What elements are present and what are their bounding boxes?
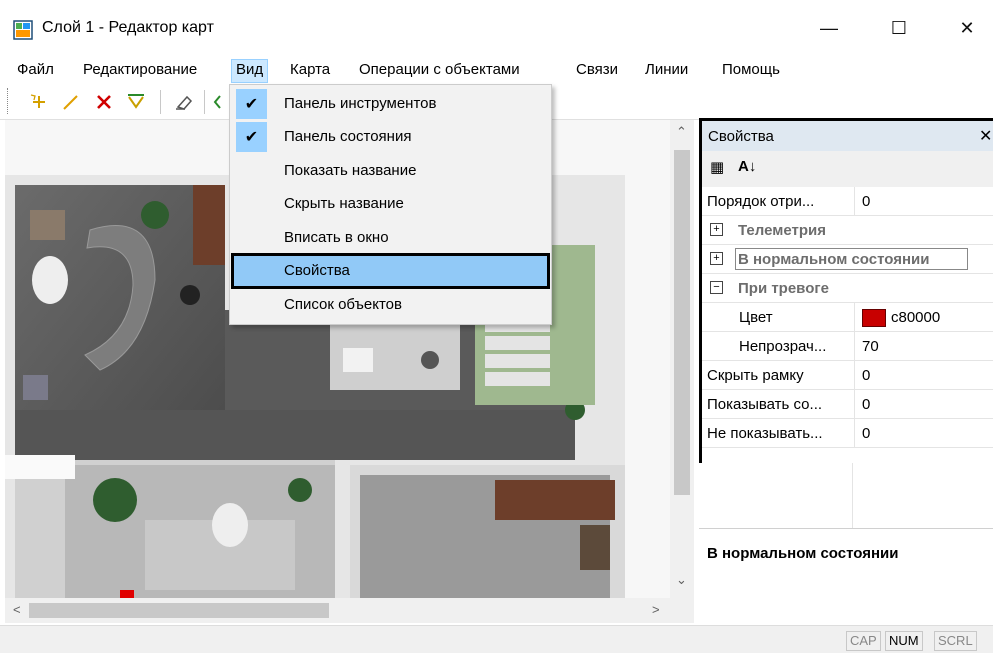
color-swatch[interactable]: [862, 309, 886, 327]
scroll-lock-indicator: SCRL: [934, 631, 977, 651]
select-icon[interactable]: [124, 90, 148, 114]
menu-item-toolbar[interactable]: ✔ Панель инструментов: [231, 88, 550, 120]
checkmark-icon: ✔: [236, 122, 267, 152]
status-bar: CAP NUM SCRL: [0, 625, 993, 653]
property-name: Цвет: [739, 309, 773, 326]
view-menu-dropdown: ✔ Панель инструментов ✔ Панель состояния…: [229, 84, 552, 325]
maximize-button[interactable]: ☐: [876, 11, 922, 45]
property-grid-empty-area: [699, 463, 993, 528]
menu-item-label: Панель состояния: [284, 128, 412, 145]
close-icon[interactable]: ✕: [979, 126, 992, 146]
horizontal-scrollbar[interactable]: < >: [5, 598, 670, 623]
toolbar-separator: [204, 90, 205, 114]
draw-line-icon[interactable]: [59, 90, 83, 114]
property-row[interactable]: Порядок отри... 0: [702, 187, 993, 216]
menu-item-label: Свойства: [284, 262, 350, 279]
property-name: Показывать со...: [707, 396, 823, 413]
properties-toolbar: ▦ A↓: [702, 151, 993, 187]
category-name: В нормальном состоянии: [738, 251, 930, 268]
menu-links[interactable]: Связи: [571, 59, 623, 83]
title-bar: Слой 1 - Редактор карт — ☐ ✕: [0, 0, 993, 54]
property-value[interactable]: 0: [862, 425, 870, 442]
menu-item-label: Вписать в окно: [284, 229, 389, 246]
category-name: Телеметрия: [738, 222, 826, 239]
menu-item-hide-name[interactable]: Скрыть название: [231, 188, 550, 220]
scroll-right-icon[interactable]: >: [652, 602, 660, 617]
menu-map[interactable]: Карта: [285, 59, 335, 83]
window-title: Слой 1 - Редактор карт: [42, 19, 214, 36]
horizontal-scroll-thumb[interactable]: [29, 603, 329, 618]
property-category-row[interactable]: + В нормальном состоянии: [702, 245, 993, 274]
vertical-scroll-thumb[interactable]: [674, 150, 690, 495]
property-grid: Порядок отри... 0 + Телеметрия + В норма…: [702, 187, 993, 463]
scroll-up-icon[interactable]: ⌃: [676, 124, 687, 140]
property-value[interactable]: 0: [862, 193, 870, 210]
close-button[interactable]: ✕: [944, 11, 990, 45]
description-panel: В нормальном состоянии: [699, 528, 993, 625]
menu-item-label: Показать название: [284, 162, 417, 179]
menu-help[interactable]: Помощь: [717, 59, 785, 83]
property-category-row[interactable]: − При тревоге: [702, 274, 993, 303]
toolbar-separator: [160, 90, 161, 114]
num-lock-indicator: NUM: [885, 631, 923, 651]
property-row[interactable]: Не показывать... 0: [702, 419, 993, 448]
property-value[interactable]: 0: [862, 367, 870, 384]
property-value[interactable]: 0: [862, 396, 870, 413]
property-name: Скрыть рамку: [707, 367, 804, 384]
menu-item-label: Панель инструментов: [284, 95, 437, 112]
caps-lock-indicator: CAP: [846, 631, 881, 651]
toolbar-grip[interactable]: [7, 88, 9, 114]
menu-item-label: Скрыть название: [284, 195, 404, 212]
menu-object-operations[interactable]: Операции с объектами: [354, 59, 525, 83]
menu-item-fit-to-window[interactable]: Вписать в окно: [231, 222, 550, 254]
property-name: Непрозрач...: [739, 338, 827, 355]
description-title: В нормальном состоянии: [707, 545, 899, 562]
eraser-icon[interactable]: [171, 90, 195, 114]
delete-icon[interactable]: [92, 90, 116, 114]
expand-icon[interactable]: +: [710, 223, 723, 236]
menu-item-statusbar[interactable]: ✔ Панель состояния: [231, 121, 550, 153]
categorized-view-icon[interactable]: ▦: [710, 158, 724, 176]
vertical-scrollbar[interactable]: ⌃ ⌄: [670, 120, 694, 598]
properties-title: Свойства: [708, 128, 774, 145]
map-editor-app-icon: [13, 20, 33, 40]
menu-lines[interactable]: Линии: [640, 59, 693, 83]
menu-view[interactable]: Вид: [231, 59, 269, 83]
menu-item-object-list[interactable]: Список объектов: [231, 289, 550, 321]
grid-divider: [852, 463, 853, 528]
menu-bar: Файл Редактирование Вид Карта Операции с…: [0, 54, 993, 84]
menu-edit[interactable]: Редактирование: [78, 59, 202, 83]
scroll-corner: [670, 598, 694, 623]
property-row[interactable]: Показывать со... 0: [702, 390, 993, 419]
menu-file[interactable]: Файл: [12, 59, 59, 83]
scroll-left-icon[interactable]: <: [13, 602, 21, 617]
add-object-icon[interactable]: [27, 90, 51, 114]
checkmark-icon: ✔: [236, 89, 267, 119]
minimize-button[interactable]: —: [806, 11, 852, 45]
property-row[interactable]: Скрыть рамку 0: [702, 361, 993, 390]
menu-item-label: Список объектов: [284, 296, 402, 313]
properties-header: Свойства ✕: [702, 121, 993, 151]
property-name: Не показывать...: [707, 425, 823, 442]
alphabetical-sort-icon[interactable]: A↓: [738, 158, 756, 175]
collapse-icon[interactable]: −: [710, 281, 723, 294]
property-value[interactable]: c80000: [891, 309, 940, 326]
property-row[interactable]: Непрозрач... 70: [702, 332, 993, 361]
property-name: Порядок отри...: [707, 193, 815, 210]
expand-icon[interactable]: +: [710, 252, 723, 265]
scroll-down-icon[interactable]: ⌄: [676, 572, 687, 588]
menu-item-show-name[interactable]: Показать название: [231, 155, 550, 187]
property-category-row[interactable]: + Телеметрия: [702, 216, 993, 245]
menu-item-properties[interactable]: Свойства: [231, 253, 550, 289]
property-row[interactable]: Цвет c80000: [702, 303, 993, 332]
properties-panel: Свойства ✕ ▦ A↓ Порядок отри... 0 + Теле…: [699, 118, 993, 463]
property-value[interactable]: 70: [862, 338, 879, 355]
category-name: При тревоге: [738, 280, 829, 297]
